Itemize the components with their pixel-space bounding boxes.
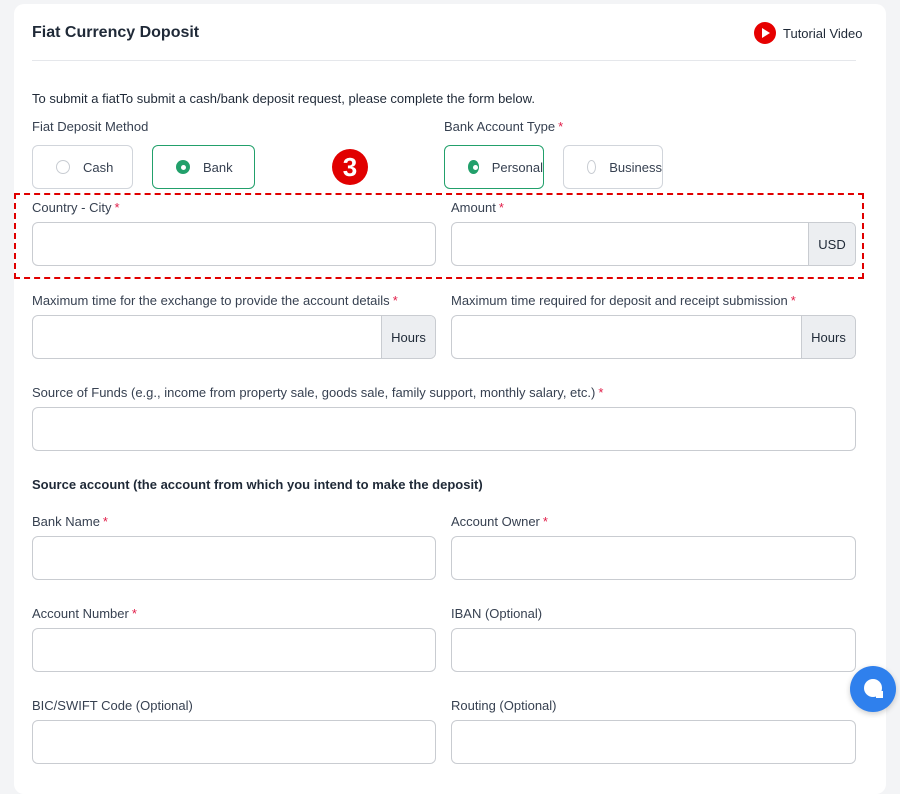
- radio-circle-icon: [56, 160, 70, 174]
- hours-suffix: Hours: [381, 316, 435, 358]
- tutorial-video-label: Tutorial Video: [783, 25, 863, 41]
- required-mark: *: [558, 119, 564, 134]
- account-owner-input[interactable]: [452, 537, 855, 579]
- account-owner-field[interactable]: [451, 536, 856, 580]
- source-of-funds-field[interactable]: [32, 407, 856, 451]
- bic-swift-input[interactable]: [33, 721, 435, 763]
- bank-name-label: Bank Name *: [32, 514, 108, 529]
- page-title: Fiat Currency Doposit: [32, 24, 200, 41]
- country-city-field[interactable]: [32, 222, 436, 266]
- source-of-funds-label: Source of Funds (e.g., income from prope…: [32, 385, 604, 400]
- max-time-exchange-input[interactable]: [33, 316, 381, 358]
- radio-cash[interactable]: Cash: [32, 145, 133, 189]
- max-time-deposit-input[interactable]: [452, 316, 801, 358]
- play-icon: [754, 22, 776, 44]
- radio-cash-label: Cash: [83, 159, 114, 175]
- country-city-label: Country - City *: [32, 200, 120, 215]
- chat-bubble-icon: [864, 679, 883, 698]
- routing-field[interactable]: [451, 720, 856, 764]
- account-number-input[interactable]: [33, 629, 435, 671]
- bic-swift-field[interactable]: [32, 720, 436, 764]
- radio-personal[interactable]: Personal: [444, 145, 544, 189]
- radio-personal-label: Personal: [491, 159, 543, 175]
- radio-circle-icon: [587, 160, 597, 174]
- bic-swift-label: BIC/SWIFT Code (Optional): [32, 698, 193, 713]
- amount-input[interactable]: [452, 223, 808, 265]
- max-time-deposit-label: Maximum time required for deposit and re…: [451, 293, 796, 308]
- tutorial-video-link[interactable]: Tutorial Video: [754, 22, 863, 44]
- routing-input[interactable]: [452, 721, 855, 763]
- hours-suffix: Hours: [801, 316, 855, 358]
- amount-field[interactable]: USD: [451, 222, 856, 266]
- source-of-funds-input[interactable]: [33, 408, 855, 450]
- radio-business-label: Business: [609, 159, 662, 175]
- amount-label: Amount *: [451, 200, 504, 215]
- currency-suffix: USD: [808, 223, 855, 265]
- bank-name-field[interactable]: [32, 536, 436, 580]
- radio-checked-icon: [468, 160, 479, 174]
- deposit-method-label: Fiat Deposit Method: [32, 119, 149, 134]
- chat-support-button[interactable]: [850, 666, 896, 712]
- account-number-field[interactable]: [32, 628, 436, 672]
- max-time-exchange-label: Maximum time for the exchange to provide…: [32, 293, 398, 308]
- header-divider: [32, 60, 856, 61]
- account-owner-label: Account Owner *: [451, 514, 548, 529]
- form-instructions: To submit a fiatTo submit a cash/bank de…: [32, 91, 535, 106]
- account-type-label: Bank Account Type *: [444, 119, 564, 134]
- country-city-input[interactable]: [33, 223, 435, 265]
- source-account-heading: Source account (the account from which y…: [32, 477, 483, 492]
- radio-bank[interactable]: Bank: [152, 145, 255, 189]
- step-number-marker: 3: [332, 149, 368, 185]
- account-number-label: Account Number *: [32, 606, 137, 621]
- radio-checked-icon: [176, 160, 190, 174]
- iban-label: IBAN (Optional): [451, 606, 543, 621]
- bank-name-input[interactable]: [33, 537, 435, 579]
- routing-label: Routing (Optional): [451, 698, 557, 713]
- iban-input[interactable]: [452, 629, 855, 671]
- iban-field[interactable]: [451, 628, 856, 672]
- radio-bank-label: Bank: [203, 159, 233, 175]
- max-time-exchange-field[interactable]: Hours: [32, 315, 436, 359]
- radio-business[interactable]: Business: [563, 145, 663, 189]
- max-time-deposit-field[interactable]: Hours: [451, 315, 856, 359]
